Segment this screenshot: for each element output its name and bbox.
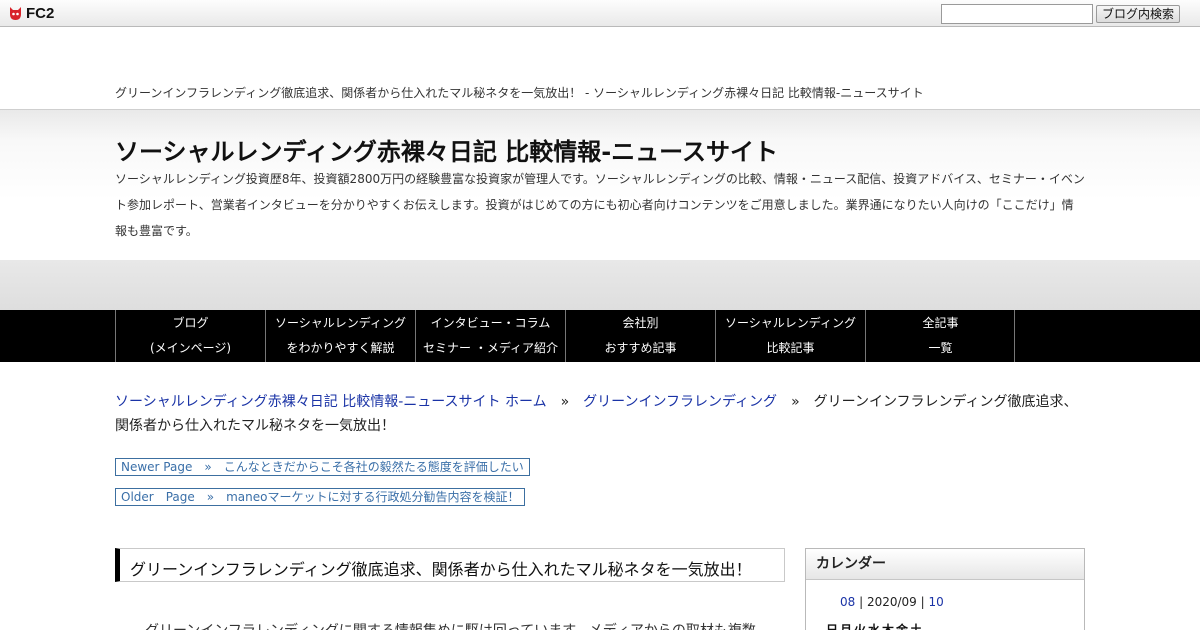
header-band xyxy=(0,260,1200,311)
nav-item-line1: 会社別 xyxy=(622,316,659,330)
page-title: グリーンインフラレンディング徹底追求、関係者から仕入れたマル秘ネタを一気放出！ … xyxy=(115,86,924,100)
fc2-mascot-icon xyxy=(10,7,21,20)
calendar-nav: 08 | 2020/09 | 10 xyxy=(840,595,944,609)
nav-item-line1: ブログ xyxy=(172,316,209,330)
weekday-label: 金 xyxy=(896,623,909,630)
nav-item-compare[interactable]: ソーシャルレンディング 比較記事 xyxy=(715,310,865,362)
global-nav: ブログ (メインページ) ソーシャルレンディング をわかりやすく解説 インタビュ… xyxy=(0,310,1200,362)
fc2-logo-text: FC2 xyxy=(26,5,55,22)
nav-item-line2: セミナー ・メディア紹介 xyxy=(423,341,558,355)
nav-item-line2: (メインページ) xyxy=(149,341,232,355)
nav-item-line2: をわかりやすく解説 xyxy=(286,341,395,355)
weekday-label: 日 xyxy=(826,623,839,630)
breadcrumb-category-link[interactable]: グリーンインフラレンディング xyxy=(583,394,777,410)
breadcrumb: ソーシャルレンディング赤裸々日記 比較情報-ニュースサイト ホーム » グリーンイン… xyxy=(115,390,1090,438)
blog-description: ソーシャルレンディング投資歴8年、投資額2800万円の経験豊富な投資家が管理人で… xyxy=(115,172,1085,238)
newer-page-link[interactable]: Newer Page » こんなときだからこそ各社の毅然たる態度を評価したい xyxy=(115,458,530,476)
breadcrumb-separator: » xyxy=(791,394,800,410)
weekday-label: 土 xyxy=(910,623,923,630)
calendar-title: カレンダー xyxy=(806,549,1084,580)
older-page-link[interactable]: Older Page » maneoマーケットに対する行政処分勧告内容を検証！ xyxy=(115,488,526,506)
weekday-label: 月 xyxy=(840,623,853,630)
blog-header: ソーシャルレンディング赤裸々日記 比較情報-ニュースサイト ソーシャルレンディン… xyxy=(0,109,1200,311)
entry-title-box: グリーンインフラレンディング徹底追求、関係者から仕入れたマル秘ネタを一気放出！ xyxy=(115,548,785,582)
blog-search-input[interactable] xyxy=(941,4,1093,24)
nav-item-all-articles[interactable]: 全記事 一覧 xyxy=(865,310,1015,362)
nav-item-line2: 比較記事 xyxy=(766,341,815,355)
nav-item-line1: ソーシャルレンディング xyxy=(275,316,406,330)
nav-item-line1: 全記事 xyxy=(922,316,959,330)
nav-item-line2: 一覧 xyxy=(928,341,953,355)
fc2-toolbar: FC2 ブログ内検索 xyxy=(0,0,1200,27)
nav-item-blog[interactable]: ブログ (メインページ) xyxy=(115,310,265,362)
calendar-prev-month-link[interactable]: 08 xyxy=(840,595,855,609)
calendar-weekdays: 日月火水木金土 xyxy=(826,621,924,630)
nav-item-line2: おすすめ記事 xyxy=(604,341,677,355)
nav-item-explain[interactable]: ソーシャルレンディング をわかりやすく解説 xyxy=(265,310,415,362)
calendar-widget: カレンダー 08 | 2020/09 | 10 日月火水木金土 xyxy=(805,548,1085,630)
nav-item-line1: インタビュー・コラム xyxy=(430,316,551,330)
weekday-label: 火 xyxy=(854,623,867,630)
blog-search-button[interactable]: ブログ内検索 xyxy=(1096,5,1180,23)
calendar-current-month: | 2020/09 | xyxy=(855,595,929,609)
entry-body-text: グリーンインフラレンディングに関する情報集めに駆け回っています。メディアからの取… xyxy=(145,620,756,630)
fc2-logo[interactable]: FC2 xyxy=(7,4,54,23)
nav-item-interview[interactable]: インタビュー・コラム セミナー ・メディア紹介 xyxy=(415,310,565,362)
blog-title[interactable]: ソーシャルレンディング赤裸々日記 比較情報-ニュースサイト xyxy=(115,132,778,167)
weekday-label: 水 xyxy=(868,623,881,630)
entry-title: グリーンインフラレンディング徹底追求、関係者から仕入れたマル秘ネタを一気放出！ xyxy=(130,560,752,579)
breadcrumb-separator: » xyxy=(560,394,570,410)
weekday-label: 木 xyxy=(882,623,895,630)
nav-item-line1: ソーシャルレンディング xyxy=(725,316,856,330)
nav-item-company[interactable]: 会社別 おすすめ記事 xyxy=(565,310,715,362)
calendar-next-month-link[interactable]: 10 xyxy=(928,595,943,609)
breadcrumb-home-link[interactable]: ソーシャルレンディング赤裸々日記 比較情報-ニュースサイト ホーム xyxy=(115,394,547,410)
nav-divider xyxy=(1014,310,1015,362)
